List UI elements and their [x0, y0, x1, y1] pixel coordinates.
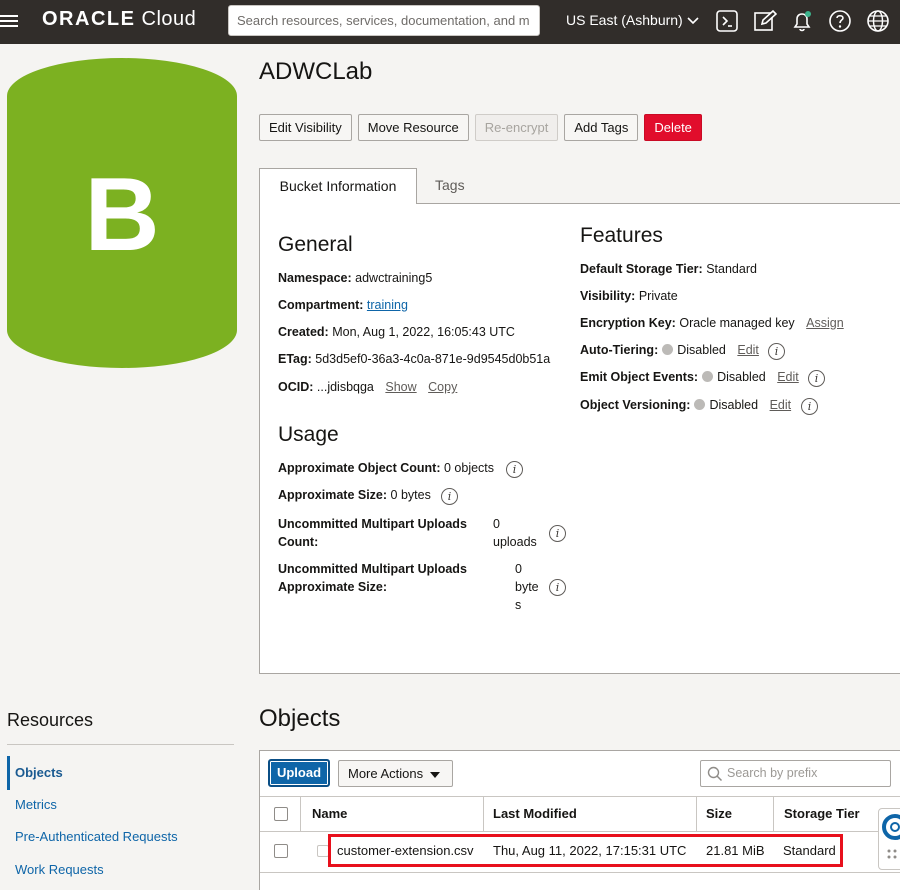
row-select-checkbox[interactable] [274, 844, 288, 858]
region-selector[interactable]: US East (Ashburn) [566, 12, 699, 28]
sidebar-item-metrics[interactable]: Metrics [15, 797, 57, 812]
multipart-size-value: 0 [515, 562, 522, 576]
ocid-show-link[interactable]: Show [385, 380, 416, 394]
page-title: ADWCLab [259, 58, 373, 85]
upload-button[interactable]: Upload [268, 759, 330, 787]
language-globe-icon[interactable] [866, 9, 890, 33]
column-header-name[interactable]: Name [312, 806, 347, 821]
oracle-cloud-logo[interactable]: ORACLE Cloud [42, 8, 196, 31]
tab-bucket-information[interactable]: Bucket Information [259, 168, 417, 204]
ocid-row: OCID: ...jdisbqga Show Copy [278, 380, 458, 394]
edit-visibility-button[interactable]: Edit Visibility [259, 114, 352, 141]
multipart-size-info-icon[interactable]: i [549, 579, 566, 596]
sidebar-item-pre-authenticated-requests[interactable]: Pre-Authenticated Requests [15, 829, 178, 844]
caret-down-icon [430, 772, 440, 778]
tab-connector [260, 200, 416, 205]
column-divider [300, 797, 301, 832]
etag-row: ETag: 5d3d5ef0-36a3-4c0a-871e-9d9545d0b5… [278, 352, 551, 366]
select-all-checkbox[interactable] [274, 807, 288, 821]
multipart-size-label-2: Approximate Size: [278, 580, 388, 594]
multipart-size-unit: byte [515, 580, 539, 594]
namespace-row: Namespace: adwctraining5 [278, 271, 433, 285]
object-count-info-icon[interactable]: i [506, 461, 523, 478]
multipart-count-value: 0 [493, 517, 500, 531]
approximate-size-info-icon[interactable]: i [441, 488, 458, 505]
objects-heading: Objects [259, 705, 341, 732]
chevron-down-icon [687, 12, 699, 28]
search-by-prefix-input[interactable]: Search by prefix [700, 760, 891, 787]
help-widget[interactable] [878, 808, 900, 870]
auto-tiering-info-icon[interactable]: i [768, 343, 785, 360]
column-header-storage-tier[interactable]: Storage Tier [784, 806, 860, 821]
versioning-info-icon[interactable]: i [801, 398, 818, 415]
assign-key-link[interactable]: Assign [806, 316, 844, 330]
storage-tier-row: Default Storage Tier: Standard [580, 262, 757, 276]
multipart-count-label: Uncommitted Multipart Uploads [278, 517, 467, 531]
notifications-bell-icon[interactable] [790, 9, 814, 33]
encryption-key-row: Encryption Key: Oracle managed key Assig… [580, 316, 844, 330]
auto-tiering-row: Auto-Tiering: Disabled Edit [580, 343, 759, 357]
visibility-row: Visibility: Private [580, 289, 678, 303]
created-row: Created: Mon, Aug 1, 2022, 16:05:43 UTC [278, 325, 515, 339]
resources-heading: Resources [7, 710, 94, 730]
multipart-size-label: Uncommitted Multipart Uploads [278, 562, 467, 576]
resources-divider [7, 744, 234, 745]
status-dot-icon [694, 399, 706, 410]
edit-code-icon[interactable] [753, 9, 778, 33]
versioning-edit-link[interactable]: Edit [770, 398, 792, 412]
more-actions-button[interactable]: More Actions [338, 760, 453, 787]
general-heading: General [278, 233, 353, 256]
multipart-count-info-icon[interactable]: i [549, 525, 566, 542]
multipart-size-unit-2: s [515, 598, 522, 612]
object-count-row: Approximate Object Count: 0 objects [278, 461, 495, 475]
column-divider [696, 797, 697, 832]
hamburger-menu-icon[interactable] [0, 12, 20, 30]
compartment-link[interactable]: training [367, 298, 408, 312]
cloud-shell-icon[interactable] [715, 9, 739, 33]
usage-heading: Usage [278, 423, 339, 446]
bucket-letter: B [84, 157, 159, 273]
column-divider [483, 797, 484, 832]
emit-events-info-icon[interactable]: i [808, 370, 825, 387]
approximate-size-row: Approximate Size: 0 bytes [278, 488, 431, 502]
bucket-icon: B [7, 58, 237, 368]
sidebar-item-work-requests[interactable]: Work Requests [15, 862, 104, 877]
column-header-last-modified[interactable]: Last Modified [493, 806, 577, 821]
highlight-box [328, 834, 843, 867]
ocid-copy-link[interactable]: Copy [428, 380, 457, 394]
sidebar-item-objects[interactable]: Objects [15, 765, 63, 780]
bucket-actions-toolbar: Edit Visibility Move Resource Re-encrypt… [259, 114, 702, 141]
status-dot-icon [662, 344, 674, 355]
top-navigation-bar: ORACLE Cloud Search resources, services,… [0, 0, 900, 44]
tab-tags[interactable]: Tags [435, 177, 465, 193]
active-indicator [7, 756, 10, 790]
column-divider [773, 797, 774, 832]
help-question-icon[interactable] [828, 9, 852, 33]
table-bottom-border [260, 872, 900, 873]
compartment-row: Compartment: training [278, 298, 408, 312]
auto-tiering-edit-link[interactable]: Edit [737, 343, 759, 357]
re-encrypt-button[interactable]: Re-encrypt [474, 114, 559, 141]
object-versioning-row: Object Versioning: Disabled Edit [580, 398, 792, 412]
status-dot-icon [702, 371, 714, 382]
emit-events-row: Emit Object Events: Disabled Edit [580, 370, 799, 384]
add-tags-button[interactable]: Add Tags [564, 114, 639, 141]
column-header-size[interactable]: Size [706, 806, 732, 821]
search-icon [707, 766, 723, 782]
delete-button[interactable]: Delete [644, 114, 702, 141]
multipart-count-unit: uploads [493, 535, 537, 549]
move-resource-button[interactable]: Move Resource [357, 114, 469, 141]
emit-events-edit-link[interactable]: Edit [777, 370, 799, 384]
features-heading: Features [580, 224, 663, 247]
multipart-count-label-2: Count: [278, 535, 319, 549]
global-search-input[interactable]: Search resources, services, documentatio… [228, 5, 540, 36]
